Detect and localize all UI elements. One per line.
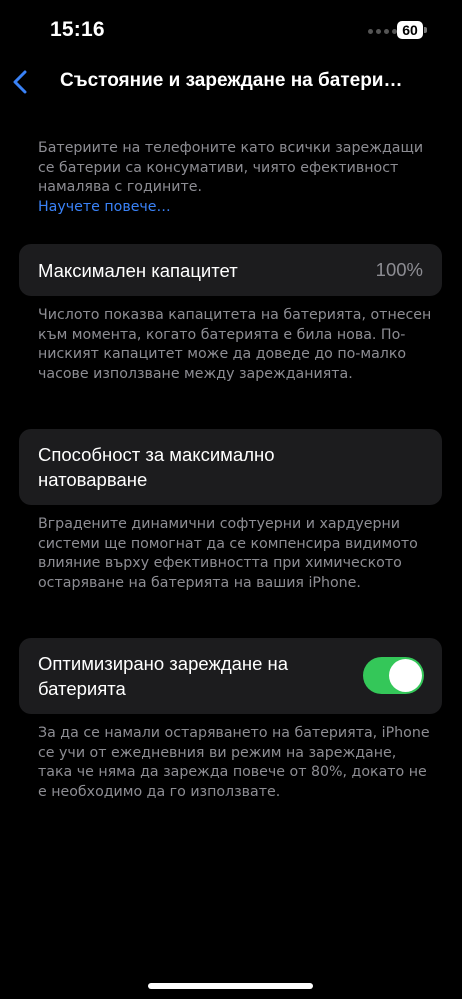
max-capacity-label: Максимален капацитет [38, 260, 238, 281]
intro-section: Батериите на телефоните като всички заре… [38, 139, 433, 217]
status-time: 15:16 [50, 18, 105, 41]
chevron-left-icon [13, 70, 27, 94]
intro-text: Батериите на телефоните като всички заре… [38, 140, 424, 196]
max-capacity-footer: Числото показва капацитета на батерията,… [38, 307, 432, 382]
battery-icon: 60 [397, 21, 427, 39]
optimized-charging-row: Оптимизирано зареждане на батерията [19, 638, 442, 714]
battery-level: 60 [397, 21, 423, 39]
home-indicator[interactable] [148, 983, 313, 989]
optimized-charging-label: Оптимизирано зареждане на батерията [38, 653, 289, 699]
signal-icon [368, 29, 397, 34]
navigation-bar: Състояние и зареждане на батери… [0, 56, 462, 108]
optimized-charging-toggle[interactable] [363, 657, 424, 694]
page-title: Състояние и зареждане на батери… [60, 70, 403, 91]
peak-performance-footer: Вградените динамични софтуерни и хардуер… [38, 516, 418, 591]
toggle-knob [389, 659, 422, 692]
peak-performance-label: Способност за максимално натоварване [38, 444, 275, 490]
learn-more-link[interactable]: Научете повече… [38, 198, 433, 218]
optimized-charging-footer: За да се намали остаряването на батерият… [38, 725, 430, 800]
max-capacity-value: 100% [375, 259, 423, 280]
peak-performance-row: Способност за максимално натоварване [19, 429, 442, 505]
status-bar: 15:16 60 [0, 0, 462, 60]
back-button[interactable] [8, 66, 32, 98]
max-capacity-row: Максимален капацитет 100% [19, 244, 442, 296]
